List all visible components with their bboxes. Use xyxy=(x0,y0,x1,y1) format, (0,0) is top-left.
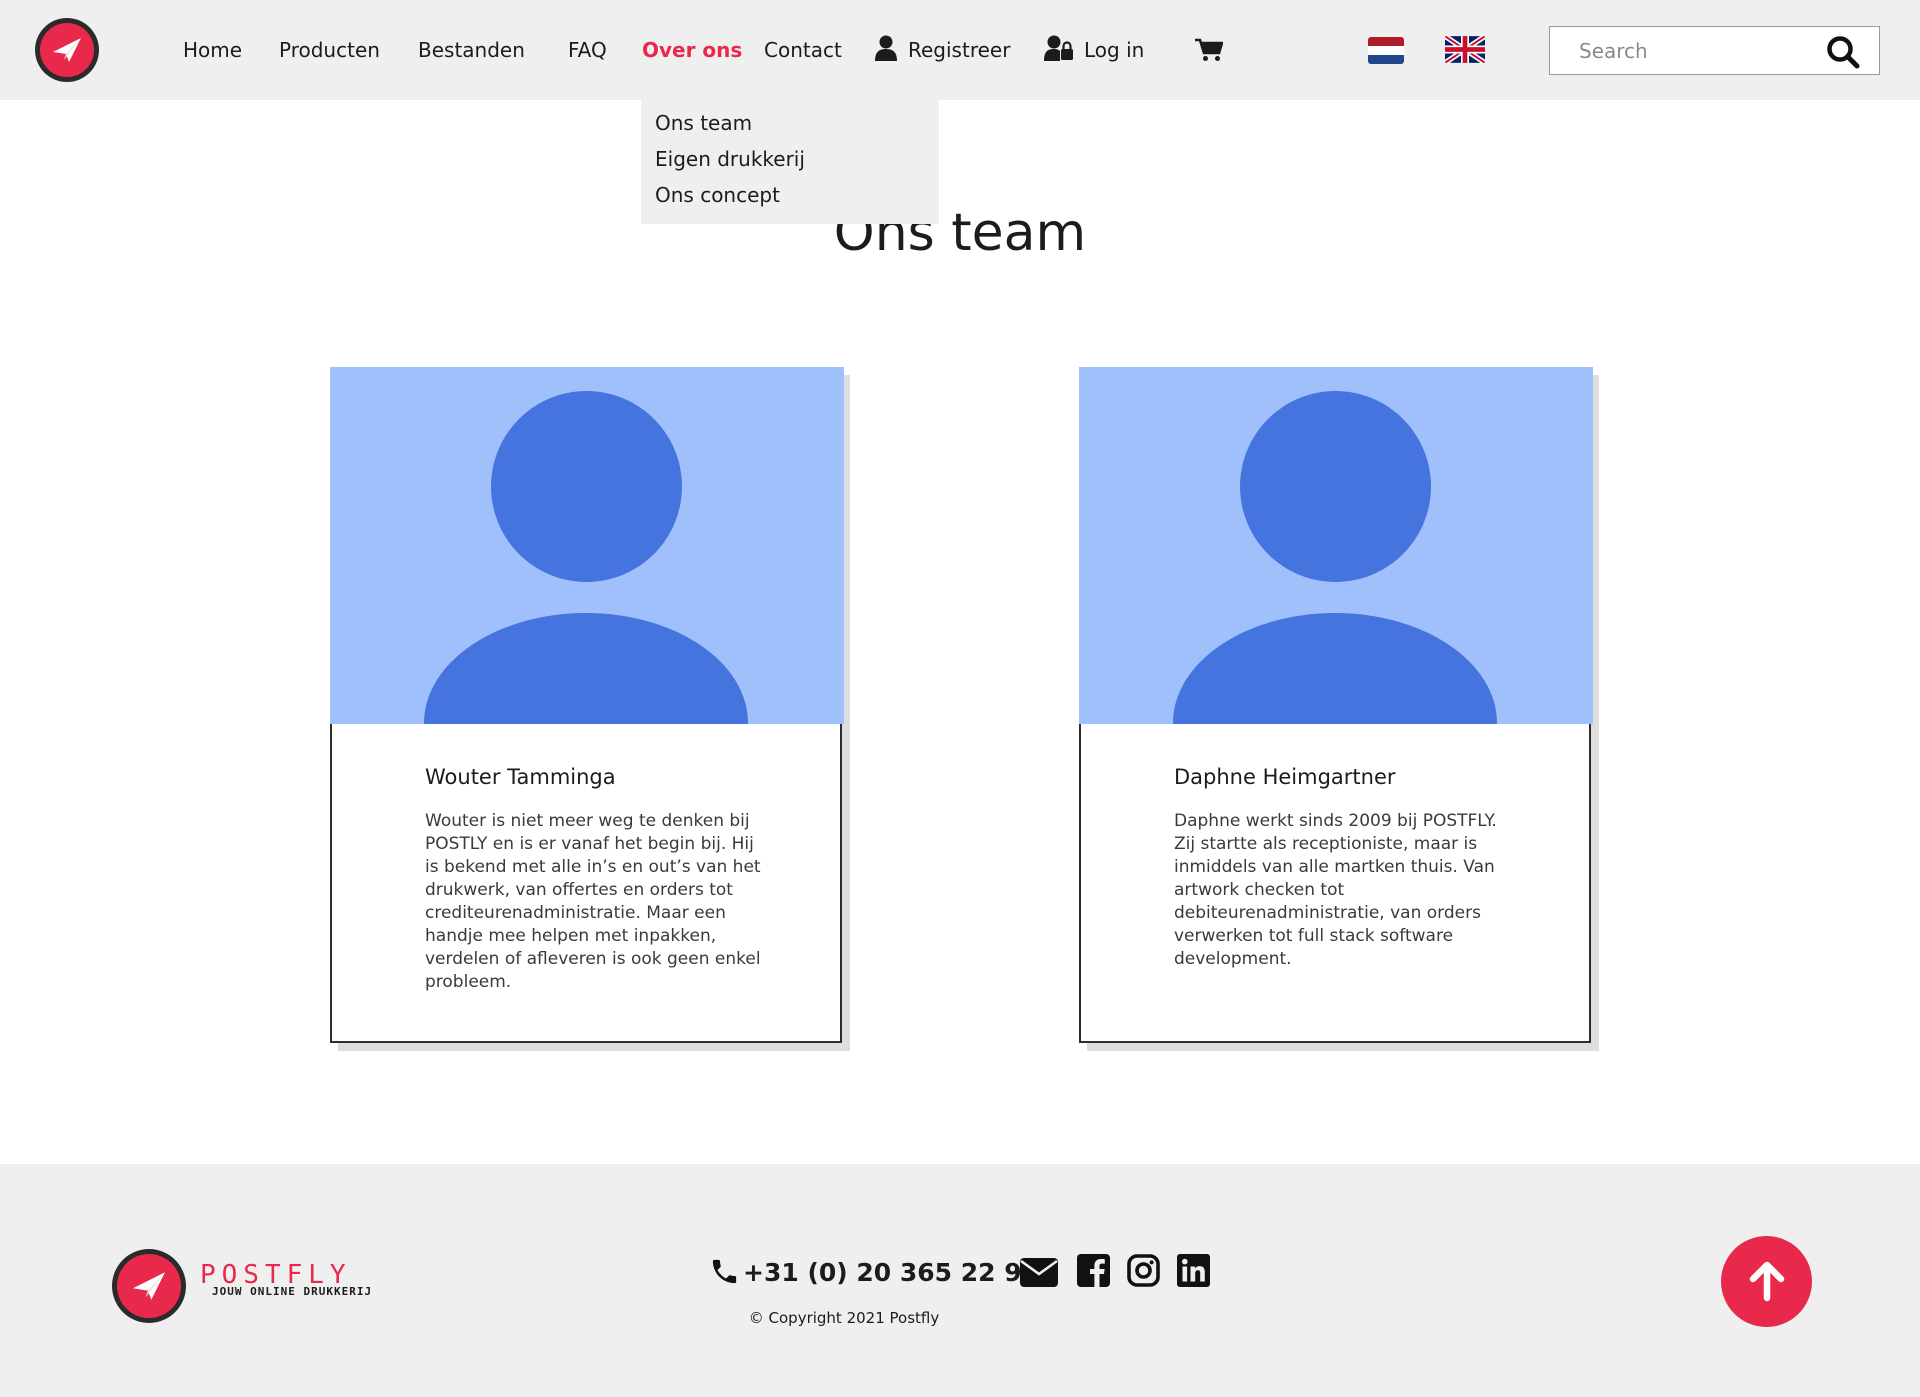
user-icon xyxy=(875,35,897,65)
arrow-up-icon xyxy=(1749,1261,1785,1302)
nav-link-producten[interactable]: Producten xyxy=(279,37,380,63)
nav-link-bestanden[interactable]: Bestanden xyxy=(418,37,525,63)
over-ons-dropdown-menu: Ons team Eigen drukkerij Ons concept xyxy=(641,100,939,224)
nav-link-faq[interactable]: FAQ xyxy=(568,37,607,63)
nav-link-over-ons[interactable]: Over ons xyxy=(642,37,742,63)
logo-home-link[interactable] xyxy=(35,18,99,82)
login-link[interactable]: Log in xyxy=(1084,37,1144,63)
page-title: Ons team xyxy=(833,203,1087,263)
team-member-name: Wouter Tamminga xyxy=(425,765,616,789)
shopping-cart-icon[interactable] xyxy=(1195,38,1224,66)
dropdown-item-ons-team[interactable]: Ons team xyxy=(655,111,752,135)
brand-tagline: JOUW ONLINE DRUKKERIJ xyxy=(212,1285,373,1298)
envelope-icon[interactable] xyxy=(1020,1258,1058,1291)
team-member-bio: Wouter is niet meer weg te denken bij PO… xyxy=(425,811,761,992)
uk-flag-icon[interactable] xyxy=(1445,35,1485,64)
copyright-text: © Copyright 2021 Postfly xyxy=(748,1309,940,1327)
phone-icon xyxy=(709,1256,740,1291)
paper-plane-logo-icon xyxy=(40,23,94,77)
user-lock-icon xyxy=(1044,35,1074,65)
nav-link-home[interactable]: Home xyxy=(183,37,242,63)
footer: POSTFLY JOUW ONLINE DRUKKERIJ +31 (0) 20… xyxy=(0,1164,1920,1397)
dutch-flag-icon[interactable] xyxy=(1368,37,1404,64)
user-placeholder-icon xyxy=(330,367,844,724)
nav-link-contact[interactable]: Contact xyxy=(764,37,842,63)
team-card: Wouter Tamminga Wouter is niet meer weg … xyxy=(330,367,844,1043)
phone-number-link[interactable]: +31 (0) 20 365 22 93 xyxy=(743,1258,1039,1287)
search-input[interactable] xyxy=(1551,28,1811,73)
search-icon[interactable] xyxy=(1826,35,1860,73)
instagram-icon[interactable] xyxy=(1127,1254,1160,1291)
back-to-top-button[interactable] xyxy=(1721,1236,1812,1327)
navbar: Home Producten Bestanden FAQ Over ons Co… xyxy=(0,0,1920,100)
team-member-name: Daphne Heimgartner xyxy=(1174,765,1396,789)
dropdown-item-ons-concept[interactable]: Ons concept xyxy=(655,183,780,207)
dropdown-item-eigen-drukkerij[interactable]: Eigen drukkerij xyxy=(655,147,805,171)
search-box xyxy=(1549,26,1880,75)
linkedin-icon[interactable] xyxy=(1177,1254,1210,1291)
register-link[interactable]: Registreer xyxy=(908,37,1010,63)
team-member-bio: Daphne werkt sinds 2009 bij POSTFLY. Zij… xyxy=(1174,811,1497,969)
facebook-icon[interactable] xyxy=(1077,1254,1110,1291)
team-card: Daphne Heimgartner Daphne werkt sinds 20… xyxy=(1079,367,1593,1043)
user-placeholder-icon xyxy=(1079,367,1593,724)
